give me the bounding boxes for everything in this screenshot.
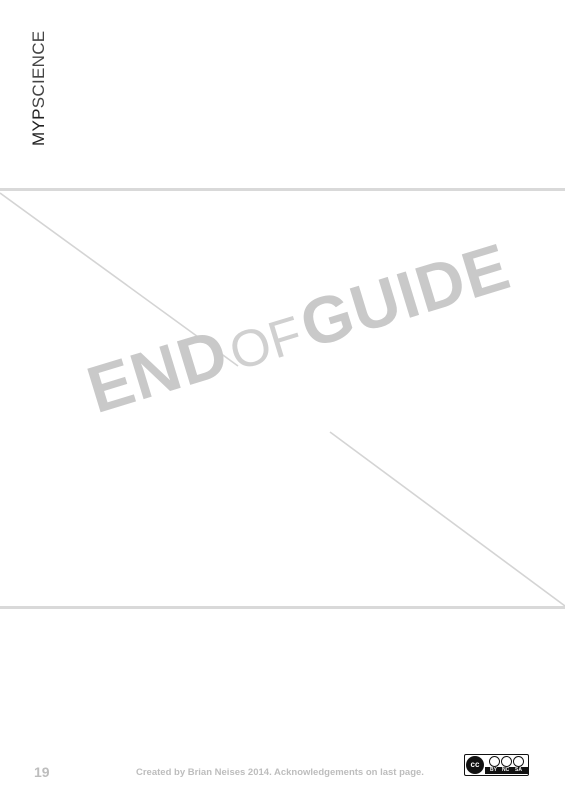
cc-label-sa: SA	[515, 767, 522, 773]
sa-icon	[513, 756, 524, 767]
by-icon	[489, 756, 500, 767]
cc-icon: cc	[466, 756, 484, 774]
diagonal-line-right	[329, 431, 565, 607]
cc-label-by: BY	[490, 767, 497, 773]
credit-text: Created by Brian Neises 2014. Acknowledg…	[136, 767, 424, 778]
diagonal-line	[0, 192, 565, 607]
cc-label-nc: NC	[502, 767, 510, 773]
page-number: 19	[34, 764, 50, 780]
creative-commons-badge: cc BY NC SA	[464, 754, 529, 776]
nc-icon	[501, 756, 512, 767]
